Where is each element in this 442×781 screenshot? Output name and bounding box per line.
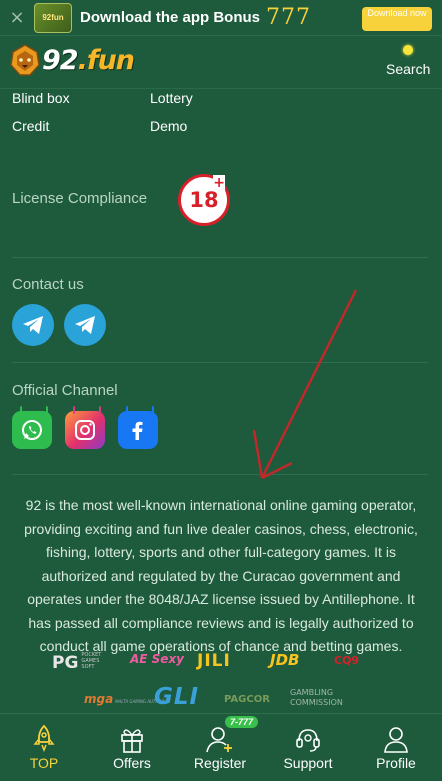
app-thumbnail: 92fun [34,2,72,33]
close-icon[interactable]: × [0,7,34,28]
pagcor-logo: PAGCOR [224,694,270,705]
telegram-glyph-icon [23,316,43,334]
telegram-glyph-icon [75,316,95,334]
banner-text: Download the app Bonus [80,9,260,26]
facebook-icon[interactable] [118,406,158,449]
nav-label-profile: Profile [376,755,416,771]
pg-soft-logo: PG POCKET GAMES SOFT [52,652,103,673]
nav-label-register: Register [193,755,247,771]
cq9-logo: CQ9 [334,654,360,667]
nav-item-top[interactable]: TOP [0,714,88,781]
nav-item-support[interactable]: Support [264,714,352,781]
logo[interactable]: 92.fun [8,43,135,77]
gift-icon [121,729,143,753]
link-demo[interactable]: Demo [150,118,187,134]
link-lottery[interactable]: Lottery [150,90,193,106]
gambling-logo-subtext: COMMISSION [290,698,343,707]
jili-logo: JILI [197,651,231,671]
arrow-shaft [260,289,358,479]
whatsapp-icon[interactable] [12,406,52,449]
logo-prefix: 92 [42,44,79,76]
download-now-button[interactable]: Download now [362,7,432,31]
bottom-navigation: TOP Offers 7-777 Register Support Profil… [0,713,442,781]
link-credit[interactable]: Credit [12,118,49,134]
nav-label-support: Support [283,755,333,771]
whatsapp-glyph-icon [22,420,42,440]
nav-item-profile[interactable]: Profile [352,714,440,781]
header: 92.fun Search [0,37,442,89]
gli-logo: GLI [154,684,200,710]
rocket-icon [33,724,55,753]
link-blind-box[interactable]: Blind box [12,90,70,106]
logo-suffix: .fun [77,44,135,76]
headset-icon [296,729,320,752]
search-icon [403,45,413,55]
app-download-banner: × 92fun Download the app Bonus 777 Downl… [0,0,442,36]
gambling-logo-text: GAMBLING [290,688,334,697]
logo-text: 92.fun [42,44,135,76]
register-bonus-badge: 7-777 [225,716,259,728]
age-badge-number: 18 [189,188,219,212]
pg-logo-text: PG [52,653,79,673]
provider-logos: PG POCKET GAMES SOFT AE Sexy JILI JDB CQ9… [0,650,442,710]
nav-item-register[interactable]: 7-777 Register [176,714,264,781]
divider [12,257,428,258]
facebook-glyph-icon [132,421,143,440]
gambling-commission-logo: GAMBLING COMMISSION [290,688,343,708]
app-thumbnail-text: 92fun [42,13,64,22]
add-user-icon [206,727,232,753]
age-badge-plus: + [213,175,225,191]
license-title: License Compliance [12,190,148,207]
contact-title: Contact us [12,276,84,293]
divider [12,362,428,363]
nav-item-offers[interactable]: Offers [88,714,176,781]
arrow-head-right [261,461,293,480]
divider [12,474,428,475]
operator-description: 92 is the most well-known international … [24,497,418,654]
pg-logo-subtext: POCKET GAMES SOFT [81,652,102,670]
arrow-head-left [252,429,264,479]
telegram-icon[interactable] [12,304,54,346]
search-label: Search [386,61,431,77]
lion-logo-icon [10,44,40,76]
channel-title: Official Channel [12,382,118,399]
user-icon [384,727,408,753]
ae-sexy-logo: AE Sexy [130,652,185,666]
instagram-icon[interactable] [65,406,105,449]
search-button[interactable]: Search [386,43,430,79]
mga-logo-text: mga [84,692,114,706]
banner-bonus: 777 [266,5,311,30]
nav-label-top: TOP [29,755,59,771]
nav-label-offers: Offers [113,755,151,771]
jdb-logo: JDB [270,651,300,669]
age-18-plus-icon: 18 + [178,174,230,226]
instagram-glyph-icon [75,420,95,440]
telegram-icon[interactable] [64,304,106,346]
